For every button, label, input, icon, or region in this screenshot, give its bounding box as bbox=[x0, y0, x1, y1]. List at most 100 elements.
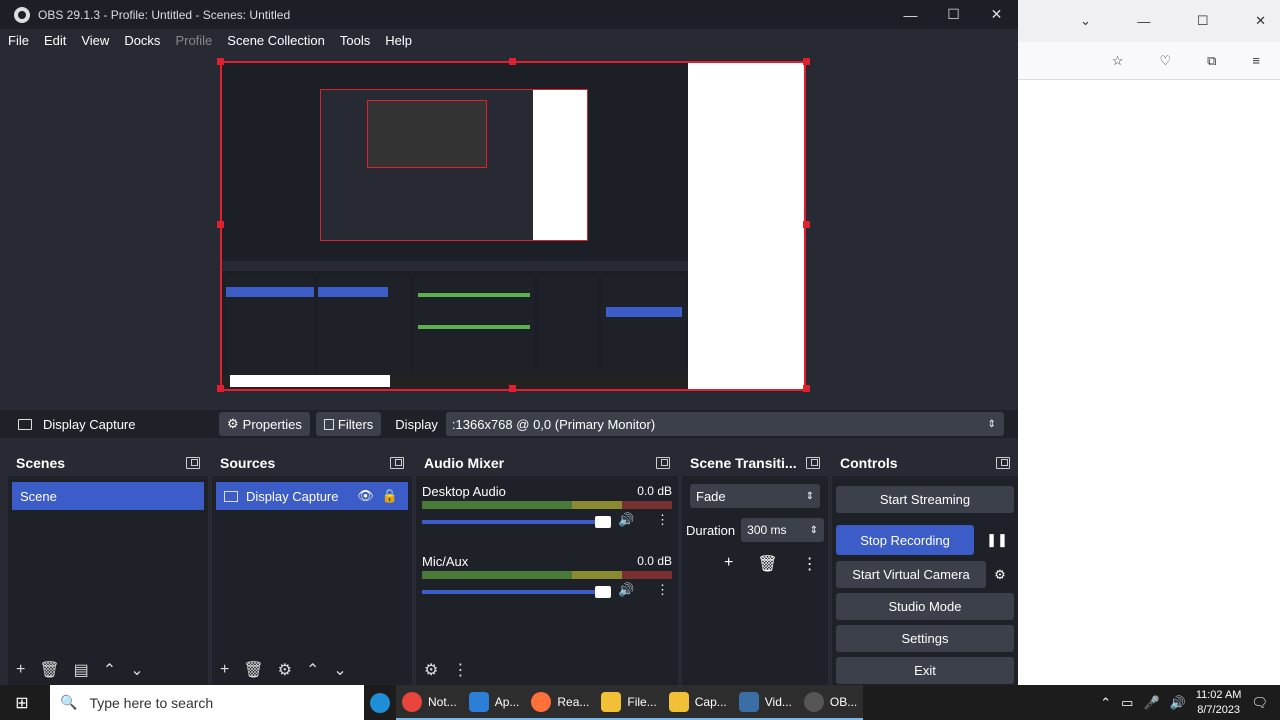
preview-canvas[interactable] bbox=[220, 61, 806, 391]
arrow-up-icon[interactable]: ⌃ bbox=[306, 660, 319, 680]
microphone-icon[interactable]: 🎤 bbox=[1143, 695, 1159, 711]
controls-dock: Controls Start Streaming Stop Recording … bbox=[832, 450, 1018, 685]
menu-docks[interactable]: Docks bbox=[116, 33, 167, 48]
menu-help[interactable]: Help bbox=[377, 33, 419, 48]
menu-file[interactable]: File bbox=[0, 33, 36, 48]
pause-icon[interactable]: ❚❚ bbox=[980, 525, 1014, 555]
menu-scene-collection[interactable]: Scene Collection bbox=[219, 33, 332, 48]
speaker-icon[interactable]: 🔊 bbox=[618, 582, 634, 598]
kebab-menu-icon[interactable]: ⋮ bbox=[802, 554, 818, 574]
trash-icon[interactable]: 🗑 bbox=[39, 660, 59, 680]
updown-arrow-icon: ⇕ bbox=[805, 490, 814, 502]
audio-mixer-dock: Audio Mixer Desktop Audio 0.0 dB 🔊 ⋮ Mic/… bbox=[416, 450, 678, 685]
taskbar-edge-icon[interactable] bbox=[364, 685, 396, 720]
taskbar-app-explorer[interactable]: File... bbox=[595, 685, 663, 720]
taskbar-app-obs[interactable]: OB... bbox=[797, 685, 864, 720]
taskbar-app-vscode[interactable]: Ap... bbox=[462, 685, 526, 720]
exit-button[interactable]: Exit bbox=[836, 657, 1014, 684]
start-streaming-button[interactable]: Start Streaming bbox=[836, 486, 1014, 513]
extensions-icon[interactable]: ⧉ bbox=[1207, 53, 1216, 69]
chrome-icon bbox=[402, 691, 422, 712]
maximize-button-browser[interactable]: ☐ bbox=[1197, 13, 1209, 29]
settings-button[interactable]: Settings bbox=[836, 625, 1014, 652]
video-icon bbox=[738, 691, 759, 712]
kebab-menu-icon[interactable]: ⋮ bbox=[656, 582, 669, 598]
chevron-down-icon[interactable]: ⌄ bbox=[1080, 13, 1091, 29]
menu-view[interactable]: View bbox=[73, 33, 116, 48]
taskbar-app-firefox[interactable]: Rea... bbox=[525, 685, 596, 720]
kebab-menu-icon[interactable]: ⋮ bbox=[452, 660, 468, 680]
arrow-up-icon[interactable]: ⌃ bbox=[103, 660, 116, 680]
browser-window: ⌄ — ☐ ✕ ☆ ♡ ⧉ ≡ bbox=[1018, 0, 1280, 685]
arrow-down-icon[interactable]: ⌄ bbox=[130, 660, 143, 680]
add-icon[interactable]: + bbox=[16, 661, 25, 679]
firefox-icon bbox=[531, 691, 552, 712]
system-tray: ⌃ ▭ 🎤 🔊 11:02 AM 8/7/2023 🗨 bbox=[1100, 685, 1280, 720]
preview-area bbox=[0, 51, 1018, 407]
eye-icon[interactable]: 👁 bbox=[357, 488, 374, 504]
trash-icon[interactable]: 🗑 bbox=[757, 554, 777, 574]
speaker-icon[interactable]: 🔊 bbox=[618, 512, 634, 528]
undock-icon[interactable] bbox=[996, 457, 1010, 469]
trash-icon[interactable]: 🗑 bbox=[243, 660, 263, 680]
taskbar-app-chrome[interactable]: Not... bbox=[396, 685, 463, 720]
scenes-title: Scenes bbox=[16, 455, 66, 471]
arrow-down-icon[interactable]: ⌄ bbox=[333, 660, 346, 680]
display-capture-icon bbox=[18, 418, 32, 430]
filter-icon[interactable]: ▤ bbox=[74, 660, 89, 680]
undock-icon[interactable] bbox=[186, 457, 200, 469]
kebab-menu-icon[interactable]: ⋮ bbox=[656, 512, 669, 528]
star-icon[interactable]: ☆ bbox=[1112, 53, 1124, 69]
transition-select[interactable]: Fade ⇕ bbox=[690, 484, 820, 508]
menu-profile[interactable]: Profile bbox=[167, 33, 219, 48]
taskbar-app-video[interactable]: Vid... bbox=[732, 685, 798, 720]
stop-recording-button[interactable]: Stop Recording bbox=[836, 525, 974, 555]
display-select[interactable]: :1366x768 @ 0,0 (Primary Monitor) ⇕ bbox=[445, 412, 1004, 436]
updown-arrow-icon: ⇕ bbox=[809, 524, 818, 536]
undock-icon[interactable] bbox=[656, 457, 670, 469]
menu-bar: File Edit View Docks Profile Scene Colle… bbox=[0, 29, 1018, 51]
source-item[interactable]: Display Capture 👁 🔒 bbox=[216, 482, 408, 510]
taskbar-search[interactable]: 🔍 Type here to search bbox=[50, 685, 364, 720]
clock[interactable]: 11:02 AM 8/7/2023 bbox=[1196, 688, 1242, 718]
search-icon: 🔍 bbox=[60, 694, 78, 710]
undock-icon[interactable] bbox=[806, 457, 820, 469]
maximize-button[interactable]: ☐ bbox=[932, 0, 975, 29]
add-icon[interactable]: + bbox=[724, 554, 733, 574]
taskbar: ⊞ 🔍 Type here to search Not... Ap... Rea… bbox=[0, 685, 1280, 720]
chevron-up-icon[interactable]: ⌃ bbox=[1100, 695, 1111, 711]
duration-spinbox[interactable]: 300 ms ⇕ bbox=[741, 518, 824, 542]
start-virtual-camera-button[interactable]: Start Virtual Camera bbox=[836, 561, 986, 588]
network-icon[interactable]: ▭ bbox=[1121, 695, 1133, 711]
speaker-icon[interactable]: 🔊 bbox=[1170, 695, 1186, 711]
close-button[interactable]: ✕ bbox=[975, 0, 1018, 29]
notification-icon[interactable]: 🗨 bbox=[1251, 695, 1268, 711]
source-toolbar: Display Capture ⚙ Properties Filters Disp… bbox=[0, 410, 1018, 438]
taskbar-app-capture[interactable]: Cap... bbox=[662, 685, 733, 720]
windows-start-icon[interactable]: ⊞ bbox=[0, 693, 44, 713]
gear-icon[interactable]: ⚙ bbox=[986, 561, 1014, 588]
minimize-button-browser[interactable]: — bbox=[1137, 14, 1150, 29]
title-bar: OBS 29.1.3 - Profile: Untitled - Scenes:… bbox=[0, 0, 1018, 29]
duration-label: Duration bbox=[686, 522, 736, 538]
nested-obs-capture bbox=[222, 63, 688, 389]
add-icon[interactable]: + bbox=[220, 661, 229, 679]
close-button-browser[interactable]: ✕ bbox=[1255, 13, 1266, 29]
scenes-dock: Scenes Scene + 🗑 ▤ ⌃ ⌄ bbox=[8, 450, 208, 685]
properties-button[interactable]: ⚙ Properties bbox=[219, 412, 310, 436]
gear-icon[interactable]: ⚙ bbox=[278, 660, 292, 680]
pocket-icon[interactable]: ♡ bbox=[1159, 53, 1171, 69]
scene-item[interactable]: Scene bbox=[12, 482, 204, 510]
undock-icon[interactable] bbox=[390, 457, 404, 469]
filters-button[interactable]: Filters bbox=[315, 412, 382, 436]
menu-tools[interactable]: Tools bbox=[332, 33, 377, 48]
nested-browser-capture bbox=[688, 63, 804, 389]
lock-icon[interactable]: 🔒 bbox=[382, 488, 398, 504]
studio-mode-button[interactable]: Studio Mode bbox=[836, 593, 1014, 620]
volume-slider[interactable] bbox=[422, 586, 611, 598]
menu-edit[interactable]: Edit bbox=[36, 33, 73, 48]
gear-icon[interactable]: ⚙ bbox=[424, 660, 438, 680]
volume-slider[interactable] bbox=[422, 516, 611, 528]
hamburger-menu-icon[interactable]: ≡ bbox=[1252, 53, 1260, 68]
minimize-button[interactable]: — bbox=[889, 0, 932, 29]
